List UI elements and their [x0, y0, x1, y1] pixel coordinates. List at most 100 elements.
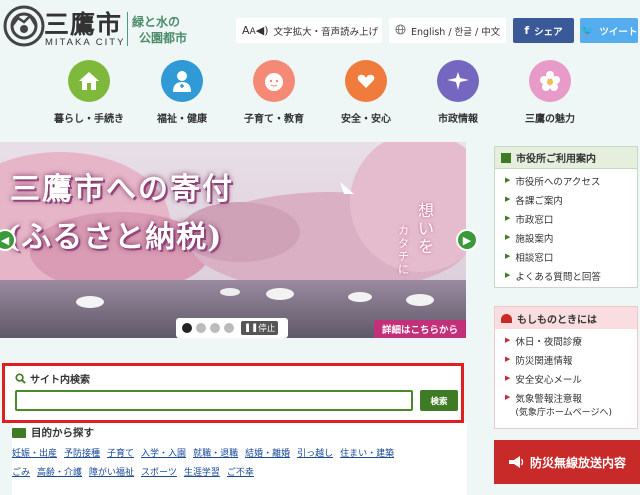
- arrow-right-icon: ▶: [505, 214, 511, 222]
- tagline-line-2: 公園都市: [139, 31, 188, 45]
- nav-item-safety[interactable]: 安全・安心: [321, 58, 411, 130]
- purpose-link[interactable]: 結婚・離婚: [245, 449, 290, 459]
- arrow-right-icon: ▶: [505, 233, 511, 241]
- nav-item-attractions[interactable]: 三鷹の魅力: [505, 58, 595, 130]
- office-link-departments[interactable]: ▶ 各課ご案内: [505, 193, 637, 212]
- nav-label-safety: 安全・安心: [341, 114, 391, 125]
- search-by-purpose: 目的から探す 妊娠・出産 予防接種 子育て 入学・入園 就職・退職 結婚・離婚 引っ越し 住ま…: [12, 423, 467, 495]
- purpose-link[interactable]: 予防接種: [64, 449, 100, 459]
- city-emblem-icon[interactable]: [2, 4, 46, 48]
- siren-icon: [501, 313, 512, 323]
- disaster-radio-button[interactable]: 防災無線放送内容: [494, 440, 640, 484]
- slider-dot-1[interactable]: [182, 323, 192, 333]
- office-link-label: 相談窓口: [515, 253, 554, 264]
- slider-dot-2[interactable]: [196, 323, 206, 333]
- search-input[interactable]: [15, 390, 413, 411]
- search-button[interactable]: 検索: [420, 390, 458, 411]
- purpose-link[interactable]: 引っ越し: [297, 449, 333, 459]
- nav-item-welfare[interactable]: 福祉・健康: [137, 58, 227, 130]
- arrow-right-icon: ▶: [505, 176, 511, 184]
- emergency-panel-title: もしものときには: [517, 314, 597, 326]
- globe-icon: [395, 23, 406, 38]
- slider-next-button[interactable]: ▶: [456, 229, 478, 251]
- chevron-right-icon: ▶: [462, 233, 472, 247]
- purpose-link[interactable]: 住まい・建築: [340, 449, 394, 459]
- weather-link-note: (気象庁ホームページへ): [515, 408, 612, 418]
- flower-icon: [529, 60, 571, 102]
- emergency-link-disaster-info[interactable]: ▶ 防災関連情報: [505, 353, 637, 372]
- city-tagline: 緑と水の 公園都市: [132, 14, 187, 46]
- office-link-label: 市政窓口: [515, 215, 554, 226]
- nav-label-childcare: 子育て・教育: [244, 114, 304, 125]
- slider-dot-3[interactable]: [210, 323, 220, 333]
- site-header: 三鷹市 MITAKA CITY 緑と水の 公園都市 AA◀) 文字拡大・音声読み…: [0, 0, 640, 58]
- office-panel-header: 市役所ご利用案内: [495, 147, 637, 169]
- office-link-label: 施設案内: [515, 234, 554, 245]
- text-size-speech-label: 文字拡大・音声読み上げ: [273, 26, 379, 38]
- purpose-link[interactable]: ご不幸: [227, 468, 254, 478]
- purpose-link[interactable]: 高齢・介護: [37, 468, 82, 478]
- nav-item-childcare[interactable]: 子育て・教育: [229, 58, 319, 130]
- pause-label: 停止: [258, 324, 276, 334]
- hero-detail-link[interactable]: 詳細はこちらから: [374, 320, 466, 338]
- text-size-audio-icon: AA◀): [242, 24, 269, 37]
- purpose-title: 目的から探す: [12, 425, 94, 440]
- emergency-link-label: 気象警報注意報: [515, 394, 582, 405]
- nav-label-living: 暮らし・手続き: [54, 114, 124, 125]
- purpose-link[interactable]: 妊娠・出産: [12, 449, 57, 459]
- arrow-right-icon: ▶: [505, 355, 511, 363]
- emergency-link-weather-warnings[interactable]: ▶ 気象警報注意報 (気象庁ホームページへ): [505, 391, 637, 421]
- search-title-label: サイト内検索: [30, 375, 90, 386]
- site-logo-text[interactable]: 三鷹市: [44, 5, 122, 41]
- purpose-link[interactable]: 子育て: [107, 449, 134, 459]
- facebook-share-button[interactable]: f シェア: [513, 18, 574, 43]
- text-size-speech-button[interactable]: AA◀) 文字拡大・音声読み上げ: [236, 18, 382, 43]
- megaphone-icon: [508, 456, 524, 468]
- purpose-link[interactable]: 入学・入園: [141, 449, 186, 459]
- emergency-link-weather-text: 気象警報注意報 (気象庁ホームページへ): [515, 391, 612, 418]
- office-link-label: 市役所へのアクセス: [515, 177, 601, 188]
- office-panel-title: 市役所ご利用案内: [516, 154, 596, 165]
- purpose-link[interactable]: 就職・退職: [193, 449, 238, 459]
- office-link-label: よくある質問と回答: [515, 272, 601, 283]
- logo-divider: [127, 12, 128, 46]
- hero-slider[interactable]: 三鷹市への寄付 (ふるさと納税) 想いを カタチに: [0, 142, 466, 338]
- bird-icon: [437, 60, 479, 102]
- office-link-access[interactable]: ▶ 市役所へのアクセス: [505, 174, 637, 193]
- nav-item-city-government[interactable]: 市政情報: [413, 58, 503, 130]
- slider-dot-4[interactable]: [224, 323, 234, 333]
- main-navigation: 暮らし・手続き 福祉・健康 子育て・教育 安全・安心 市政情報 三鷹の魅力: [0, 58, 640, 132]
- slider-pause-button[interactable]: ❚❚ 停止: [241, 321, 279, 335]
- office-link-label: 各課ご案内: [515, 196, 563, 207]
- arrow-right-icon: ▶: [505, 336, 511, 344]
- search-icon: [15, 373, 26, 384]
- emergency-link-label: 安全安心メール: [515, 375, 582, 386]
- house-icon: [68, 60, 110, 102]
- purpose-link[interactable]: ごみ: [12, 468, 30, 478]
- hero-subtitle: (ふるさと納税): [6, 220, 223, 255]
- arrow-right-icon: ▶: [505, 271, 511, 279]
- child-face-icon: [253, 60, 295, 102]
- city-office-guide-panel: 市役所ご利用案内 ▶ 市役所へのアクセス ▶ 各課ご案内 ▶ 市政窓口 ▶ 施設案内 ▶…: [494, 146, 638, 288]
- emergency-links: ▶ 休日・夜間診療 ▶ 防災関連情報 ▶ 安全安心メール ▶ 気象警報注意報 (気象庁ホー…: [495, 329, 637, 421]
- emergency-link-holiday-clinic[interactable]: ▶ 休日・夜間診療: [505, 334, 637, 353]
- language-button[interactable]: English / 한글 / 中文: [389, 18, 506, 43]
- office-link-facilities[interactable]: ▶ 施設案内: [505, 231, 637, 250]
- facebook-share-label: シェア: [534, 26, 563, 38]
- person-icon: [161, 60, 203, 102]
- purpose-link[interactable]: スポーツ: [141, 468, 177, 478]
- purpose-title-label: 目的から探す: [31, 427, 94, 439]
- emergency-link-label: 休日・夜間診療: [515, 337, 582, 348]
- nav-label-welfare: 福祉・健康: [157, 114, 207, 125]
- nav-item-living[interactable]: 暮らし・手続き: [44, 58, 134, 130]
- facebook-icon: f: [524, 24, 530, 37]
- purpose-link[interactable]: 障がい福祉: [89, 468, 134, 478]
- search-title: サイト内検索: [15, 371, 90, 386]
- office-link-faq[interactable]: ▶ よくある質問と回答: [505, 269, 637, 288]
- emergency-link-safety-mail[interactable]: ▶ 安全安心メール: [505, 372, 637, 391]
- office-link-service-counter[interactable]: ▶ 市政窓口: [505, 212, 637, 231]
- tagline-line-1: 緑と水の: [132, 15, 181, 29]
- office-link-consultation[interactable]: ▶ 相談窓口: [505, 250, 637, 269]
- purpose-link[interactable]: 生涯学習: [184, 468, 220, 478]
- twitter-tweet-button[interactable]: 🐦 ツイート: [580, 18, 638, 43]
